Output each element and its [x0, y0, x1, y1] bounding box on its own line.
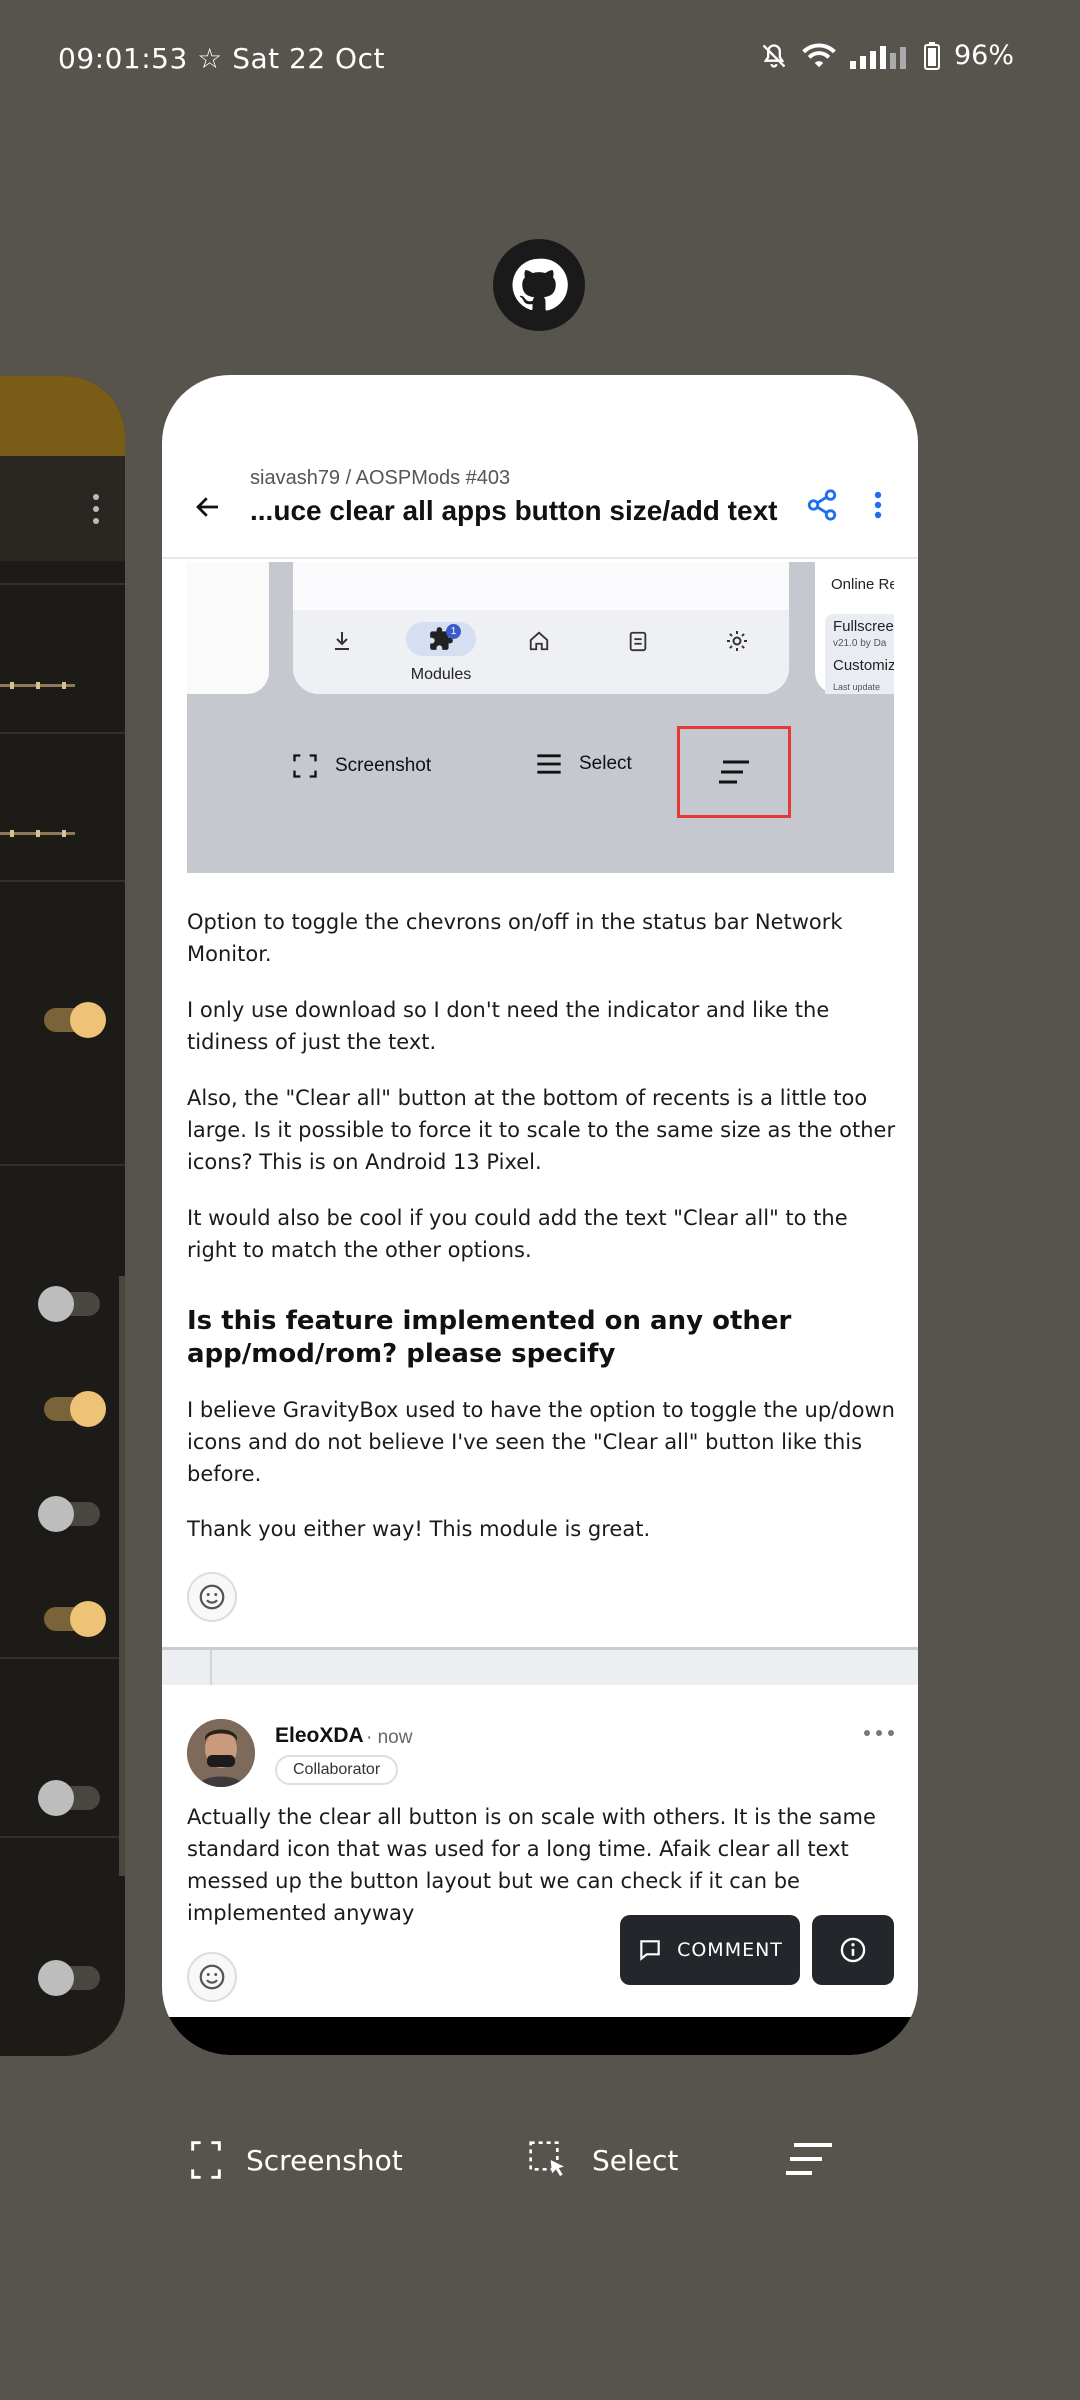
- info-button[interactable]: [812, 1915, 894, 1985]
- wifi-icon: [802, 42, 836, 70]
- arrow-back-icon: [196, 497, 218, 517]
- mute-icon: [760, 42, 788, 70]
- issue-title: ...uce clear all apps button size/add te…: [250, 495, 778, 526]
- status-clock: 09:01:53 ☆ Sat 22 Oct: [58, 42, 385, 75]
- prev-card-menu-icon: [93, 494, 99, 530]
- recents-actions-bar: Screenshot Select: [0, 2130, 1080, 2190]
- issue-screenshot-image[interactable]: 1 Modules Online Re Fullscree v21.0 by D…: [187, 562, 894, 873]
- select-button[interactable]: Select: [528, 2140, 678, 2180]
- comment-body: Actually the clear all button is on scal…: [187, 1805, 876, 1925]
- prev-card-header: [0, 376, 125, 456]
- comment-icon: [640, 1940, 660, 1961]
- screenshot-icon: [191, 2141, 221, 2179]
- clear-all-button[interactable]: [784, 2140, 834, 2180]
- info-icon: [840, 1937, 866, 1963]
- prev-card-slider: [0, 830, 75, 837]
- comment-button-label: COMMENT: [677, 1939, 783, 1961]
- prev-card-slider: [0, 682, 75, 689]
- embed-select-action: Select: [535, 752, 632, 776]
- status-bar: 09:01:53 ☆ Sat 22 Oct 96%: [0, 0, 1080, 120]
- previous-app-card[interactable]: [0, 376, 125, 2056]
- prev-card-toggle: [38, 1960, 100, 1996]
- prev-card-toggle: [38, 1780, 100, 1816]
- modules-nav-item: 1: [406, 622, 476, 656]
- comment-more-button[interactable]: [864, 1727, 898, 1739]
- embed-next-card-line: v21.0 by Da: [833, 638, 887, 649]
- repo-breadcrumb[interactable]: siavash79 / AOSPMods #403: [250, 467, 510, 490]
- alarm-icon: ☆: [197, 42, 223, 75]
- screenshot-label: Screenshot: [246, 2143, 403, 2177]
- more-options-button[interactable]: [858, 481, 898, 529]
- add-reaction-button[interactable]: [187, 1952, 237, 2002]
- more-vert-icon: [874, 491, 882, 519]
- prev-card-toggle: [44, 1601, 106, 1637]
- prev-card-toggle: [44, 1002, 106, 1038]
- prev-card-toggle: [44, 1391, 106, 1427]
- clear-all-icon: [719, 760, 749, 784]
- select-icon: [529, 2141, 564, 2176]
- clear-all-icon: [786, 2143, 832, 2175]
- home-icon: [524, 626, 554, 656]
- share-icon: [807, 489, 837, 521]
- signal-icon: [849, 43, 910, 69]
- screenshot-icon: [293, 754, 317, 778]
- github-icon: [512, 258, 568, 311]
- add-reaction-button[interactable]: [187, 1572, 237, 1622]
- status-time: 09:01:53: [58, 42, 188, 75]
- issue-paragraph: Thank you either way! This module is gre…: [187, 1517, 651, 1541]
- issue-paragraph: I believe GravityBox used to have the op…: [187, 1398, 895, 1486]
- comment-author[interactable]: EleoXDA: [275, 1724, 364, 1748]
- gesture-bar-area: [162, 2017, 918, 2055]
- status-icons: 96%: [760, 40, 1014, 71]
- comment-timestamp: · now: [366, 1727, 413, 1748]
- download-icon: [327, 626, 357, 656]
- embed-screenshot-label: Screenshot: [335, 755, 432, 776]
- battery-percent: 96%: [953, 40, 1014, 71]
- settings-icon: [722, 626, 752, 656]
- clear-all-highlight-box: [677, 726, 791, 818]
- issue-section-heading: Is this feature implemented on any other…: [187, 1306, 792, 1369]
- collaborator-badge: Collaborator: [275, 1755, 399, 1785]
- share-button[interactable]: [798, 481, 846, 529]
- github-app-card[interactable]: siavash79 / AOSPMods #403 ...uce clear a…: [162, 375, 918, 2055]
- issue-paragraph: I only use download so I don't need the …: [187, 998, 830, 1054]
- issue-paragraph: It would also be cool if you could add t…: [187, 1206, 848, 1262]
- embed-next-card-line: Customiz: [833, 657, 894, 674]
- menu-icon: [537, 754, 561, 774]
- clipboard-icon: [623, 626, 653, 656]
- prev-card-toggle: [38, 1286, 100, 1322]
- select-label: Select: [592, 2143, 679, 2177]
- issue-paragraph: Also, the "Clear all" button at the bott…: [187, 1086, 896, 1174]
- smiley-icon: [199, 1584, 225, 1610]
- embed-next-card-line: Last update: [833, 682, 881, 692]
- back-button[interactable]: [184, 483, 232, 531]
- modules-label: Modules: [410, 666, 472, 683]
- embed-screenshot-action: Screenshot: [291, 752, 431, 780]
- avatar[interactable]: [187, 1719, 255, 1787]
- embed-next-card-title: Online Re: [831, 576, 894, 593]
- prev-card-toggle: [38, 1496, 100, 1532]
- comment-button[interactable]: COMMENT: [620, 1915, 800, 1985]
- issue-paragraph: Option to toggle the chevrons on/off in …: [187, 910, 843, 966]
- status-date: Sat 22 Oct: [232, 42, 385, 75]
- app-bar: siavash79 / AOSPMods #403 ...uce clear a…: [162, 455, 918, 559]
- smiley-icon: [199, 1964, 225, 1990]
- prev-card-toolbar: [0, 456, 125, 561]
- embed-next-card-line: Fullscree: [833, 618, 894, 635]
- embed-select-label: Select: [579, 753, 632, 774]
- modules-badge: 1: [446, 624, 461, 639]
- timeline-separator: [162, 1647, 918, 1685]
- github-app-icon[interactable]: [493, 239, 585, 331]
- screenshot-button[interactable]: Screenshot: [190, 2140, 403, 2180]
- battery-icon: [923, 41, 940, 70]
- user-photo: [187, 1719, 255, 1787]
